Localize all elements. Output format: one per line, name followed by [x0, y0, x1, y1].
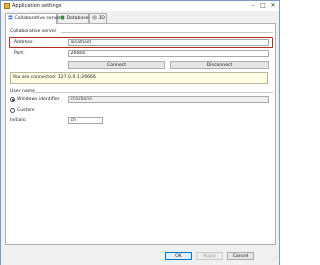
network-server-icon	[8, 15, 13, 19]
tab-label: 3D	[98, 16, 105, 21]
initials-input[interactable]: ch	[68, 117, 103, 124]
cube-3d-icon	[92, 14, 97, 20]
resize-grip-icon[interactable]: ⋰	[272, 257, 277, 263]
close-button[interactable]: ✕	[269, 2, 277, 10]
connection-status-text: You are connected: 127.0.0.1:26666	[12, 74, 96, 80]
windows-identifier-input: charbonn	[68, 96, 269, 103]
user-group-divider	[33, 92, 273, 93]
address-input[interactable]: localhost	[68, 39, 269, 46]
apply-button[interactable]: Apply	[196, 252, 223, 260]
custom-radio[interactable]	[10, 107, 15, 113]
user-group-label: User name	[10, 89, 35, 94]
ok-button[interactable]: OK	[165, 252, 192, 260]
dialog-footer: OK Apply Cancel ⋰	[1, 247, 279, 265]
disconnect-button[interactable]: Disconnect	[170, 61, 269, 69]
connection-status-box: You are connected: 127.0.0.1:26666	[10, 72, 268, 84]
tab-strip: Collaborative server Databases 3D	[5, 13, 275, 24]
tab-3d[interactable]: 3D	[89, 13, 107, 23]
server-group-divider	[61, 32, 273, 33]
address-label: Address:	[14, 40, 34, 45]
windows-identifier-label[interactable]: Windows identifier	[17, 97, 60, 102]
windows-identifier-radio[interactable]	[10, 96, 15, 102]
tab-collaborative-server[interactable]: Collaborative server	[5, 13, 61, 24]
port-label: Port:	[14, 51, 25, 56]
tab-label: Collaborative server	[14, 16, 61, 21]
server-group-label: Collaborative server	[10, 29, 57, 34]
tab-label: Databases	[66, 16, 91, 21]
maximize-button[interactable]: □	[259, 2, 267, 10]
settings-dialog: Application settings – □ ✕ Collaborative…	[0, 0, 280, 265]
minimize-button[interactable]: –	[249, 2, 257, 10]
port-input[interactable]: 26666	[68, 50, 269, 57]
tab-databases[interactable]: Databases	[57, 13, 91, 23]
custom-label[interactable]: Custom	[17, 108, 35, 113]
window-title: Application settings	[12, 3, 62, 9]
title-bar: Application settings – □ ✕	[1, 1, 279, 11]
cancel-button[interactable]: Cancel	[227, 252, 254, 260]
app-icon	[4, 3, 10, 9]
connect-button[interactable]: Connect	[68, 61, 165, 69]
initials-label: Initials:	[10, 118, 27, 123]
